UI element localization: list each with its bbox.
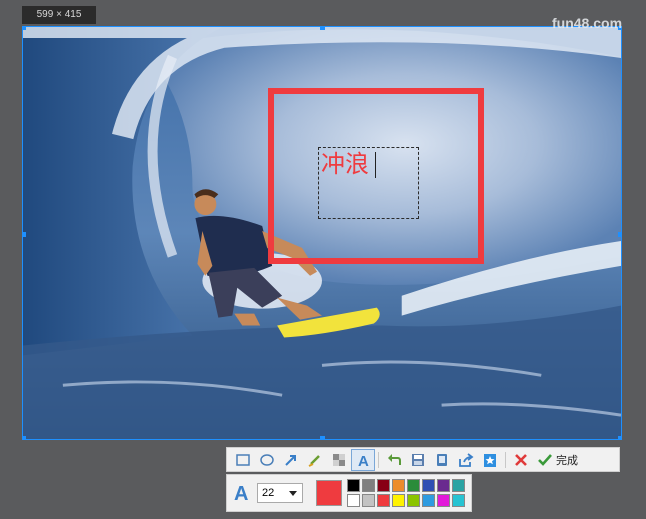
text-caret [375, 152, 376, 178]
font-size-select[interactable]: 22 [257, 483, 303, 503]
share-icon [459, 452, 474, 467]
color-swatch[interactable] [377, 494, 390, 507]
undo-icon [388, 453, 401, 465]
resize-handle-bl[interactable] [23, 436, 26, 439]
ellipse-icon [260, 453, 274, 466]
color-swatch[interactable] [452, 479, 465, 492]
color-palette [347, 479, 465, 507]
arrow-tool[interactable] [279, 449, 303, 471]
color-swatch[interactable] [362, 479, 375, 492]
pin-icon [484, 453, 496, 467]
color-swatch[interactable] [452, 494, 465, 507]
save-button[interactable] [406, 449, 430, 471]
close-icon [515, 453, 527, 466]
annotation-toolbar: A 完成 [226, 447, 620, 472]
selection-size-label: 599 × 415 [22, 6, 96, 24]
arrow-icon [285, 454, 296, 466]
save-icon [412, 453, 424, 466]
color-swatch[interactable] [377, 479, 390, 492]
toolbar-divider [505, 451, 506, 468]
resize-handle-mr[interactable] [618, 232, 621, 237]
color-swatch[interactable] [407, 479, 420, 492]
checkmark-icon [538, 453, 552, 466]
text-tool[interactable]: A [351, 448, 375, 471]
mosaic-tool[interactable] [327, 449, 351, 471]
text-annotation-box[interactable]: 冲浪 [318, 147, 419, 219]
chevron-down-icon [289, 491, 297, 496]
resize-handle-tm[interactable] [320, 27, 325, 30]
brush-tool[interactable] [303, 449, 327, 471]
brush-icon [308, 454, 320, 467]
mosaic-icon [333, 453, 345, 466]
resize-handle-ml[interactable] [23, 232, 26, 237]
color-swatch[interactable] [362, 494, 375, 507]
text-icon: A [358, 453, 369, 468]
ellipse-tool[interactable] [255, 449, 279, 471]
copy-icon [437, 453, 447, 466]
text-properties-panel: A 22 [226, 474, 472, 512]
share-button[interactable] [454, 449, 478, 471]
copy-button[interactable] [430, 449, 454, 471]
color-swatch[interactable] [392, 494, 405, 507]
font-size-value: 22 [262, 487, 275, 499]
pin-button[interactable] [478, 449, 502, 471]
done-button[interactable]: 完成 [533, 452, 582, 468]
done-label: 完成 [556, 453, 578, 467]
resize-handle-tl[interactable] [23, 27, 26, 30]
current-color-swatch[interactable] [316, 480, 342, 506]
color-swatch[interactable] [392, 479, 405, 492]
watermark: fun48.com [552, 15, 623, 31]
rectangle-tool[interactable] [231, 449, 255, 471]
font-icon: A [234, 483, 249, 505]
color-swatch[interactable] [347, 494, 360, 507]
annotation-text[interactable]: 冲浪 [321, 150, 369, 178]
color-swatch[interactable] [437, 494, 450, 507]
svg-text:A: A [358, 453, 369, 468]
cancel-button[interactable] [509, 449, 533, 471]
rectangle-icon [236, 453, 250, 466]
resize-handle-bm[interactable] [320, 436, 325, 439]
undo-button[interactable] [382, 449, 406, 471]
color-swatch[interactable] [422, 494, 435, 507]
color-swatch[interactable] [407, 494, 420, 507]
color-swatch[interactable] [422, 479, 435, 492]
resize-handle-br[interactable] [618, 436, 621, 439]
color-swatch[interactable] [437, 479, 450, 492]
color-swatch[interactable] [347, 479, 360, 492]
toolbar-divider [378, 451, 379, 468]
